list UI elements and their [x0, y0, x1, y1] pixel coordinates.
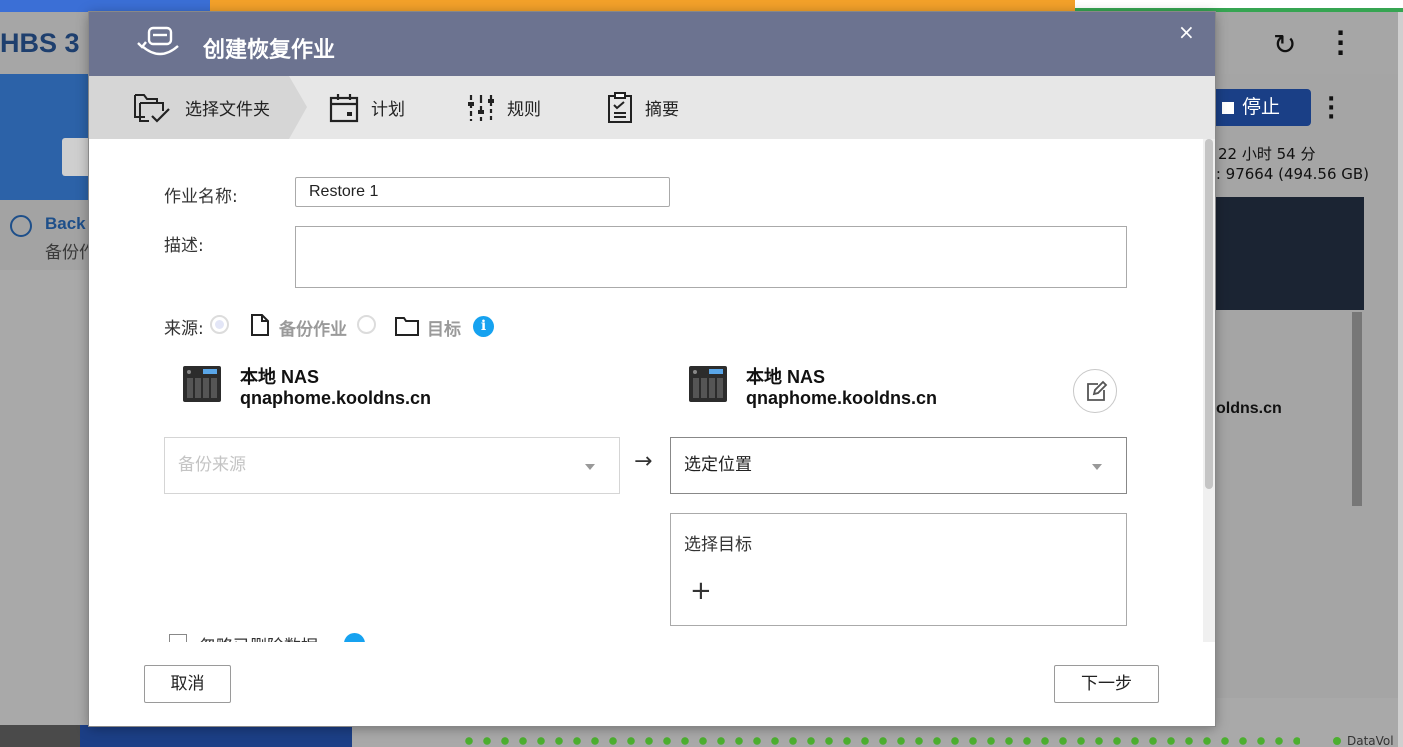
step-summary[interactable]: 摘要 — [607, 76, 679, 139]
arrow-right-icon: → — [634, 449, 653, 474]
status-circle-icon — [10, 215, 32, 237]
calendar-icon — [329, 93, 359, 122]
folder-check-icon — [134, 93, 170, 123]
step-label: 规则 — [507, 100, 541, 120]
wizard-steps: 选择文件夹 计划 规则 摘要 — [89, 76, 1215, 139]
location-select[interactable]: 选定位置 — [670, 437, 1127, 494]
job-name-label: 作业名称: — [164, 187, 238, 207]
source-label: 来源: — [164, 319, 204, 339]
left-button[interactable] — [62, 138, 90, 176]
backup-link[interactable]: Back — [45, 214, 86, 234]
dialog-scrollbar[interactable] — [1203, 139, 1215, 642]
right-nas-name: 本地 NAS — [746, 367, 826, 387]
bottom-dark-strip — [0, 725, 80, 747]
backup-source-placeholder: 备份来源 — [178, 455, 246, 475]
nas-icon — [183, 366, 221, 402]
step-label: 计划 — [371, 100, 405, 120]
edit-icon — [1087, 380, 1108, 401]
ignore-deleted-checkbox[interactable] — [169, 634, 187, 642]
more-options-icon-2[interactable]: · · · — [1327, 89, 1335, 129]
left-nas-host: qnaphome.kooldns.cn — [240, 388, 432, 408]
size-text: ): 97664 (494.56 GB) — [1210, 165, 1370, 183]
file-icon — [251, 314, 269, 336]
stop-button[interactable]: 停止 — [1214, 89, 1311, 126]
refresh-icon[interactable]: ↻ — [1273, 28, 1296, 61]
datavol-legend: DataVol — [1333, 734, 1394, 747]
select-target-title: 选择目标 — [684, 535, 752, 555]
progress-dots — [460, 735, 1300, 747]
far-right-strip — [1398, 12, 1403, 747]
edit-destination-button[interactable] — [1073, 369, 1117, 413]
cancel-button[interactable]: 取消 — [144, 665, 231, 703]
restore-icon — [137, 26, 179, 56]
description-textarea[interactable] — [295, 226, 1127, 288]
close-icon[interactable]: × — [1178, 20, 1195, 44]
more-options-icon[interactable]: · · · — [1336, 21, 1345, 65]
step-label: 选择文件夹 — [185, 100, 270, 120]
job-name-input[interactable]: Restore 1 — [295, 177, 670, 207]
location-select-value: 选定位置 — [684, 455, 752, 475]
step-rules[interactable]: 规则 — [467, 76, 541, 139]
clipboard-icon — [608, 91, 632, 123]
dialog-footer: 取消 下一步 — [89, 642, 1215, 726]
dialog-content: 作业名称: Restore 1 描述: 来源: 备份作业 目标 i 本地 NAS… — [89, 139, 1203, 642]
add-target-icon[interactable]: + — [690, 578, 712, 604]
left-banner — [0, 74, 90, 200]
source-option-target[interactable]: 目标 — [427, 315, 461, 340]
nas-icon — [689, 366, 727, 402]
host-fragment: oldns.cn — [1216, 400, 1282, 417]
next-button[interactable]: 下一步 — [1054, 665, 1159, 703]
create-restore-job-dialog: 创建恢复作业 × 选择文件夹 计划 规则 摘要 作业名称: Restore 1 … — [89, 12, 1215, 726]
right-nas-host: qnaphome.kooldns.cn — [746, 388, 938, 408]
dark-panel — [1214, 197, 1364, 310]
folder-icon — [395, 317, 419, 336]
chevron-down-icon — [585, 464, 595, 470]
info-icon[interactable] — [344, 633, 365, 642]
chevron-down-icon — [1092, 464, 1102, 470]
info-icon[interactable]: i — [473, 316, 494, 337]
stop-label: 停止 — [1242, 96, 1281, 118]
dialog-title: 创建恢复作业 — [203, 38, 336, 63]
description-label: 描述: — [164, 236, 204, 256]
select-target-box: 选择目标 + — [670, 513, 1127, 626]
step-select-folder[interactable]: 选择文件夹 — [133, 76, 270, 139]
backup-source-select[interactable]: 备份来源 — [164, 437, 620, 494]
background-scrollbar[interactable] — [1352, 312, 1362, 506]
step-schedule[interactable]: 计划 — [329, 76, 405, 139]
source-option-backup-job[interactable]: 备份作业 — [279, 315, 347, 340]
app-title: HBS 3 — [0, 28, 80, 58]
sliders-icon — [468, 94, 494, 121]
stop-icon — [1222, 102, 1234, 114]
time-remaining: 22 小时 54 分 — [1218, 145, 1316, 163]
step-label: 摘要 — [645, 100, 679, 120]
dialog-title-bar: 创建恢复作业 × — [89, 12, 1215, 76]
left-nas-name: 本地 NAS — [240, 367, 320, 387]
scrollbar-thumb[interactable] — [1205, 139, 1213, 489]
source-radio-target[interactable] — [357, 315, 376, 334]
source-radio-backup-job[interactable] — [210, 315, 229, 334]
ignore-deleted-label: 忽略已删除数据 — [199, 632, 318, 642]
bottom-nav-bar — [80, 725, 352, 747]
